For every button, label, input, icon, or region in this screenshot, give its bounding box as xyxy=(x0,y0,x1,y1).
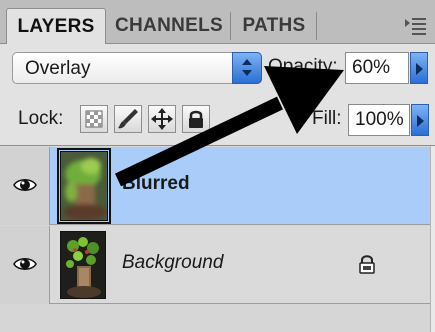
lock-fill-row: Lock: Fill: 100% xyxy=(0,94,435,146)
opacity-label: Opacity: xyxy=(268,56,338,77)
opacity-field[interactable]: 60% xyxy=(345,52,409,84)
blend-mode-stepper-icon[interactable] xyxy=(232,52,262,84)
layer-thumbnail xyxy=(60,231,106,299)
layer-name: Blurred xyxy=(122,173,190,194)
fill-label: Fill: xyxy=(312,108,342,129)
layers-empty-area xyxy=(0,304,435,332)
layer-name: Background xyxy=(122,252,224,273)
scrollbar-edge[interactable] xyxy=(430,146,435,332)
tab-divider xyxy=(316,12,317,40)
panel-tab-bar: LAYERS CHANNELS PATHS xyxy=(0,0,435,45)
tab-channels[interactable]: CHANNELS xyxy=(110,8,228,44)
tab-divider xyxy=(230,12,231,40)
tab-paths[interactable]: PATHS xyxy=(234,8,314,44)
fill-slider-arrow-icon[interactable] xyxy=(411,104,429,136)
lock-position-icon[interactable] xyxy=(148,105,176,133)
fill-field[interactable]: 100% xyxy=(348,104,410,136)
eye-icon xyxy=(13,179,37,191)
eye-icon xyxy=(13,258,37,270)
lock-transparent-pixels-icon[interactable] xyxy=(80,105,108,133)
layer-thumbnail xyxy=(57,148,111,224)
opacity-slider-arrow-icon[interactable] xyxy=(410,52,428,84)
panel-menu-icon[interactable] xyxy=(403,16,429,36)
lock-all-icon[interactable] xyxy=(182,105,210,133)
visibility-toggle[interactable] xyxy=(0,226,50,304)
visibility-toggle[interactable] xyxy=(0,147,50,225)
layer-row-background[interactable]: Background xyxy=(0,226,435,304)
blend-mode-value: Overlay xyxy=(25,58,91,79)
lock-image-pixels-icon[interactable] xyxy=(114,105,142,133)
layer-lock-icon xyxy=(359,255,375,274)
layers-panel: LAYERS CHANNELS PATHS Overlay Opacity: 6… xyxy=(0,0,435,332)
blend-opacity-row: Overlay Opacity: 60% xyxy=(0,44,435,94)
tab-layers[interactable]: LAYERS xyxy=(6,8,106,45)
blend-mode-select[interactable]: Overlay xyxy=(12,52,262,84)
layer-row-blurred[interactable]: Blurred xyxy=(0,147,435,225)
lock-label: Lock: xyxy=(18,108,64,129)
